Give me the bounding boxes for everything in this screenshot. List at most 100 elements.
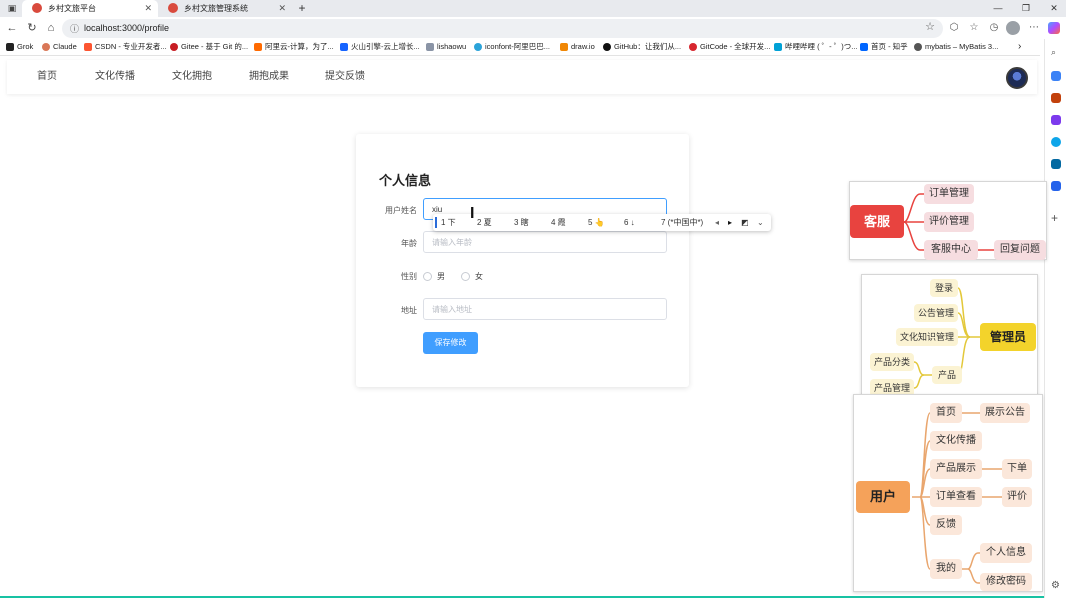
- tab-rural-tourism-admin[interactable]: 乡村文旅管理系统 ✕: [158, 0, 292, 17]
- restore-icon[interactable]: ❐: [1016, 0, 1036, 17]
- gitcode-icon: [689, 43, 697, 51]
- bookmark-item[interactable]: Grok: [6, 39, 33, 55]
- ime-candidate[interactable]: 3 瞎: [514, 214, 529, 231]
- bookmark-item[interactable]: 火山引擎-云上增长...: [340, 39, 420, 55]
- bookmarks-bar: Grok Claude CSDN - 专业开发者... Gitee - 基于 G…: [0, 39, 1040, 56]
- tab-menu-icon[interactable]: ▣: [4, 0, 20, 16]
- outlook-icon[interactable]: [1051, 159, 1061, 169]
- bookmark-label: Gitee - 基于 Git 的...: [181, 42, 249, 51]
- bookmark-item[interactable]: iconfont-阿里巴巴...: [474, 39, 550, 55]
- bookmark-label: Claude: [53, 42, 77, 51]
- mindmap-service: 客服 订单管理 评价管理 客服中心 回复问题: [849, 181, 1047, 260]
- tab-title: 乡村文旅平台: [48, 4, 96, 13]
- gender-female-label[interactable]: 女: [475, 271, 483, 282]
- extensions-icon[interactable]: ⬡: [946, 20, 962, 36]
- bookmark-label: 哔哩哔哩 ( ゜- ゜)つ...: [785, 42, 858, 51]
- bilibili-icon: [774, 43, 782, 51]
- mindmap-node: 个人信息: [980, 543, 1032, 563]
- tab-rural-tourism-platform[interactable]: 乡村文旅平台 ✕: [22, 0, 158, 17]
- csdn-icon: [84, 43, 92, 51]
- mindmap-node: 展示公告: [980, 403, 1030, 423]
- age-label: 年龄: [401, 239, 417, 248]
- folder-icon: [426, 43, 434, 51]
- new-tab-button[interactable]: +: [292, 0, 312, 17]
- site-info-icon[interactable]: ⓘ: [70, 22, 79, 35]
- close-window-icon[interactable]: ✕: [1044, 0, 1064, 17]
- sidebar-tag-icon[interactable]: [1051, 71, 1061, 81]
- bookmark-item[interactable]: mybatis – MyBatis 3...: [914, 39, 998, 55]
- text-cursor-icon: I: [470, 205, 475, 222]
- bookmark-item[interactable]: GitCode - 全球开发...: [689, 39, 770, 55]
- more-icon[interactable]: ⋯: [1026, 20, 1042, 36]
- bookmark-item[interactable]: 阿里云-计算，为了...: [254, 39, 334, 55]
- close-icon[interactable]: ✕: [278, 0, 286, 17]
- nav-item-culture-spread[interactable]: 文化传播: [95, 60, 135, 94]
- bookmark-item[interactable]: 哔哩哔哩 ( ゜- ゜)つ...: [774, 39, 858, 55]
- ime-candidate[interactable]: 7 (*中国中*): [661, 214, 703, 231]
- ime-candidate[interactable]: 5 👆: [588, 214, 605, 231]
- profile-icon[interactable]: [1006, 21, 1020, 35]
- tab-favicon-icon: [32, 3, 42, 13]
- mindmap-node: 公告管理: [914, 304, 958, 322]
- copilot-icon[interactable]: [1048, 22, 1060, 34]
- bookmark-star-icon[interactable]: ☆: [925, 20, 935, 33]
- bookmark-item[interactable]: Claude: [42, 39, 77, 55]
- bookmark-item[interactable]: GitHub：让我们从...: [603, 39, 681, 55]
- bookmark-item[interactable]: 首页 - 知乎: [860, 39, 908, 55]
- bookmark-item[interactable]: draw.io: [560, 39, 595, 55]
- bookmark-item[interactable]: lishaowu: [426, 39, 466, 55]
- nav-item-feedback[interactable]: 提交反馈: [325, 60, 365, 94]
- bookmark-item[interactable]: Gitee - 基于 Git 的...: [170, 39, 248, 55]
- sidebar-tools-icon[interactable]: [1051, 93, 1061, 103]
- mindmap-node: 首页: [930, 403, 962, 423]
- ime-next-icon[interactable]: ▸: [728, 214, 732, 231]
- mindmap-service-root: 客服: [850, 205, 904, 238]
- mindmap-node: 我的: [930, 559, 962, 579]
- favorites-icon[interactable]: ☆: [966, 20, 982, 36]
- gear-icon[interactable]: ⚙: [1051, 581, 1061, 591]
- history-icon[interactable]: ◷: [986, 20, 1002, 36]
- drawio-icon: [560, 43, 568, 51]
- age-input[interactable]: [423, 231, 667, 253]
- ime-caret: [435, 217, 437, 228]
- address-input[interactable]: [423, 298, 667, 320]
- nav-item-embrace-results[interactable]: 拥抱成果: [249, 60, 289, 94]
- ime-toolbox-icon[interactable]: ◩: [741, 214, 749, 231]
- sidebar-people-icon[interactable]: [1051, 115, 1061, 125]
- bookmark-label: Grok: [17, 42, 34, 51]
- home-icon[interactable]: ⌂: [43, 20, 59, 36]
- nav-item-home[interactable]: 首页: [37, 60, 57, 94]
- mindmap-node: 修改密码: [980, 573, 1032, 591]
- close-icon[interactable]: ✕: [144, 0, 152, 17]
- reload-icon[interactable]: ↻: [24, 20, 40, 36]
- chevron-down-icon[interactable]: ⌄: [757, 214, 764, 231]
- sidebar-send-icon[interactable]: [1051, 181, 1061, 191]
- ime-prev-icon[interactable]: ◂: [715, 214, 719, 231]
- ime-candidate[interactable]: 2 夏: [477, 214, 492, 231]
- search-icon[interactable]: ⌕: [1051, 47, 1061, 57]
- more-bookmarks-icon[interactable]: ›: [1018, 39, 1021, 55]
- nav-item-culture-embrace[interactable]: 文化拥抱: [172, 60, 212, 94]
- claude-icon: [42, 43, 50, 51]
- browser-sidebar: ⌕ + ⚙: [1044, 39, 1066, 598]
- ime-candidate[interactable]: 6 ↓: [624, 214, 635, 231]
- back-icon[interactable]: ←: [4, 20, 20, 36]
- bookmark-item[interactable]: CSDN - 专业开发者...: [84, 39, 167, 55]
- ime-candidate[interactable]: 4 霞: [551, 214, 566, 231]
- gender-male-radio[interactable]: [423, 272, 432, 281]
- save-button[interactable]: 保存修改: [423, 332, 478, 354]
- mindmap-node: 客服中心: [924, 240, 978, 260]
- mindmap-node: 登录: [930, 279, 958, 297]
- avatar[interactable]: [1006, 67, 1028, 89]
- sidebar-games-icon[interactable]: [1051, 137, 1061, 147]
- gender-female-radio[interactable]: [461, 272, 470, 281]
- address-bar[interactable]: ⓘ localhost:3000/profile ☆: [62, 19, 943, 38]
- mindmap-node: 文化知识管理: [896, 328, 958, 346]
- minimize-icon[interactable]: —: [988, 0, 1008, 17]
- bookmark-label: 火山引擎-云上增长...: [351, 42, 420, 51]
- add-icon[interactable]: +: [1051, 212, 1061, 224]
- bookmark-label: mybatis – MyBatis 3...: [925, 42, 999, 51]
- ime-candidate[interactable]: 1 下: [441, 214, 456, 231]
- mindmap-node: 评价管理: [924, 212, 974, 232]
- gender-male-label[interactable]: 男: [437, 271, 445, 282]
